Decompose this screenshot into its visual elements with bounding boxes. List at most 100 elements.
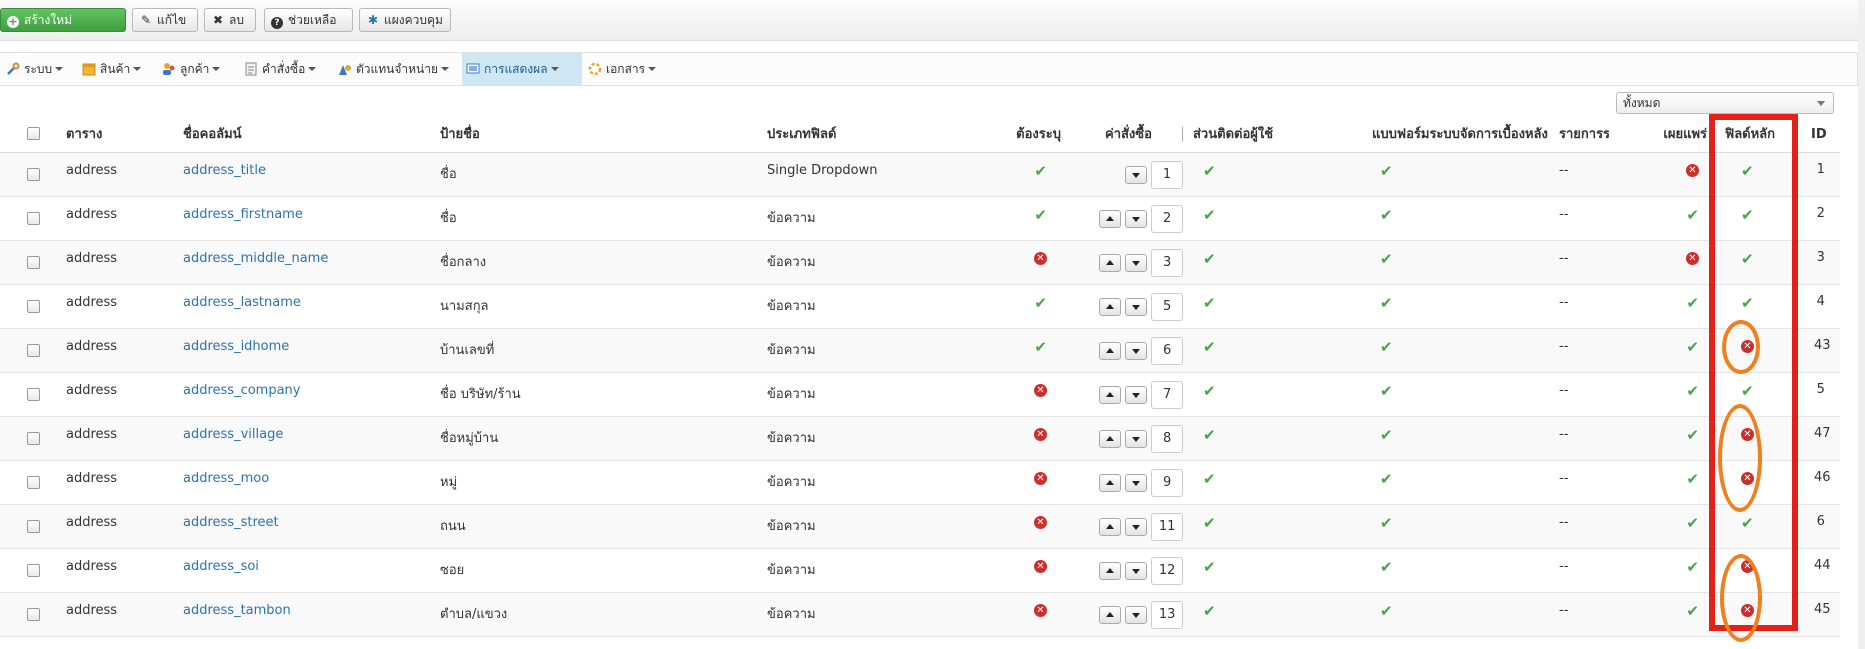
check-icon[interactable]: ✔ <box>1203 514 1216 532</box>
move-up-button[interactable] <box>1099 562 1121 580</box>
column-name-link[interactable]: address_title <box>183 163 266 178</box>
move-up-button[interactable] <box>1099 474 1121 492</box>
row-checkbox[interactable] <box>26 564 40 577</box>
page-scrollbar[interactable] <box>1858 0 1865 649</box>
published-cell[interactable]: ✕ <box>1609 152 1711 197</box>
row-checkbox[interactable] <box>26 212 40 225</box>
edit-button[interactable]: ✎ แก้ไข <box>132 8 198 32</box>
contact-cell[interactable]: ✔ <box>1183 416 1366 461</box>
published-cell[interactable]: ✔ <box>1609 372 1711 417</box>
check-icon[interactable]: ✔ <box>1686 514 1699 532</box>
move-down-button[interactable] <box>1125 298 1148 316</box>
check-icon[interactable]: ✔ <box>1034 162 1047 180</box>
check-icon[interactable]: ✔ <box>1380 250 1393 268</box>
row-select-cell[interactable] <box>0 416 66 461</box>
row-select-cell[interactable] <box>0 504 66 549</box>
check-icon[interactable]: ✔ <box>1203 338 1216 356</box>
admin-form-cell[interactable]: ✔ <box>1366 416 1549 461</box>
check-icon[interactable]: ✔ <box>1203 602 1216 620</box>
table-row[interactable]: address address_moo หมู่ ข้อความ ✕ 9 ✔ ✔ -- ✔ ✕ 46 <box>0 460 1840 505</box>
row-checkbox[interactable] <box>26 476 40 489</box>
col-admin-list[interactable]: รายการระบบจัดการเบื้องหลัง <box>1549 114 1609 153</box>
contact-cell[interactable]: ✔ <box>1183 592 1366 637</box>
menu-display[interactable]: การแสดงผล <box>462 53 582 85</box>
admin-form-cell[interactable]: ✔ <box>1366 152 1549 197</box>
contact-cell[interactable]: ✔ <box>1183 284 1366 329</box>
options-button[interactable]: ✱ แผงควบคุม <box>359 8 451 32</box>
move-up-button[interactable] <box>1099 298 1121 316</box>
row-checkbox[interactable] <box>26 344 40 357</box>
admin-form-cell[interactable]: ✔ <box>1366 284 1549 329</box>
table-row[interactable]: address address_lastname นามสกุล ข้อความ ✔ 5… <box>0 284 1840 329</box>
table-row[interactable]: address address_middle_name ชื่อกลาง ข้อควา… <box>0 240 1840 285</box>
row-checkbox[interactable] <box>26 432 40 445</box>
contact-cell[interactable]: ✔ <box>1183 504 1366 549</box>
menu-vendors[interactable]: ตัวแทนจำหน่าย <box>334 53 453 85</box>
row-checkbox[interactable] <box>26 388 40 401</box>
published-cell[interactable]: ✔ <box>1609 548 1711 593</box>
move-up-button[interactable] <box>1099 254 1121 272</box>
col-admin-form[interactable]: แบบฟอร์มระบบจัดการเบื้องหลัง <box>1366 114 1549 153</box>
row-select-cell[interactable] <box>0 592 66 637</box>
required-cell[interactable]: ✔ <box>967 196 1085 241</box>
order-input[interactable]: 2 <box>1151 205 1183 233</box>
help-button[interactable]: ? ช่วยเหลือ <box>264 8 353 32</box>
column-name-link[interactable]: address_lastname <box>183 295 301 310</box>
order-input[interactable]: 13 <box>1151 601 1183 629</box>
order-input[interactable]: 6 <box>1151 337 1183 365</box>
col-id[interactable]: ID <box>1811 127 1827 142</box>
published-cell[interactable]: ✔ <box>1609 196 1711 241</box>
row-checkbox[interactable] <box>26 256 40 269</box>
check-icon[interactable]: ✔ <box>1741 162 1754 180</box>
required-cell[interactable]: ✕ <box>967 240 1085 285</box>
new-button[interactable]: + สร้างใหม่ <box>0 8 126 32</box>
check-icon[interactable]: ✔ <box>1203 250 1216 268</box>
select-all-cell[interactable] <box>0 114 66 153</box>
check-icon[interactable]: ✔ <box>1741 294 1754 312</box>
check-icon[interactable]: ✔ <box>1203 162 1216 180</box>
col-label[interactable]: ป้ายชื่อ <box>440 114 767 153</box>
required-cell[interactable]: ✔ <box>967 284 1085 329</box>
published-cell[interactable]: ✔ <box>1609 328 1711 373</box>
check-icon[interactable]: ✔ <box>1686 206 1699 224</box>
order-input[interactable]: 12 <box>1151 557 1183 585</box>
order-input[interactable]: 9 <box>1151 469 1183 497</box>
table-row[interactable]: address address_tambon ตำบล/แขวง ข้อความ ✕ 1… <box>0 592 1840 637</box>
published-cell[interactable]: ✔ <box>1609 592 1711 637</box>
published-cell[interactable]: ✔ <box>1609 460 1711 505</box>
order-input[interactable]: 5 <box>1151 293 1183 321</box>
row-checkbox[interactable] <box>26 608 40 621</box>
table-row[interactable]: address address_company ชื่อ บริษัท/ร้าน ข้… <box>0 372 1840 417</box>
required-cell[interactable]: ✕ <box>967 460 1085 505</box>
menu-orders[interactable]: คำสั่งซื้อ <box>240 53 320 85</box>
check-icon[interactable]: ✔ <box>1686 426 1699 444</box>
column-name-link[interactable]: address_middle_name <box>183 251 328 266</box>
check-icon[interactable]: ✔ <box>1686 470 1699 488</box>
move-up-button[interactable] <box>1099 606 1121 624</box>
order-input[interactable]: 7 <box>1151 381 1183 409</box>
required-cell[interactable]: ✕ <box>967 372 1085 417</box>
table-row[interactable]: address address_street ถนน ข้อความ ✕ 11 ✔ ✔ -- ✔… <box>0 504 1840 549</box>
admin-form-cell[interactable]: ✔ <box>1366 460 1549 505</box>
move-down-button[interactable] <box>1125 518 1148 536</box>
check-icon[interactable]: ✔ <box>1686 602 1699 620</box>
col-contact[interactable]: ส่วนติดต่อผู้ใช้ <box>1183 114 1366 153</box>
check-icon[interactable]: ✔ <box>1741 514 1754 532</box>
admin-form-cell[interactable]: ✔ <box>1366 196 1549 241</box>
required-cell[interactable]: ✔ <box>967 152 1085 197</box>
required-cell[interactable]: ✕ <box>967 592 1085 637</box>
check-icon[interactable]: ✔ <box>1203 382 1216 400</box>
row-checkbox[interactable] <box>26 300 40 313</box>
check-icon[interactable]: ✔ <box>1741 250 1754 268</box>
select-all-checkbox[interactable] <box>26 126 40 140</box>
column-name-link[interactable]: address_street <box>183 515 279 530</box>
column-name-link[interactable]: address_company <box>183 383 301 398</box>
x-circle-icon[interactable]: ✕ <box>1034 252 1047 265</box>
row-select-cell[interactable] <box>0 328 66 373</box>
table-row[interactable]: address address_title ชื่อ Single Dropdown ✔… <box>0 152 1840 197</box>
published-cell[interactable]: ✔ <box>1609 504 1711 549</box>
row-checkbox[interactable] <box>26 520 40 533</box>
move-down-button[interactable] <box>1125 342 1148 360</box>
check-icon[interactable]: ✔ <box>1034 338 1047 356</box>
col-published[interactable]: เผยแพร่ <box>1609 114 1711 153</box>
